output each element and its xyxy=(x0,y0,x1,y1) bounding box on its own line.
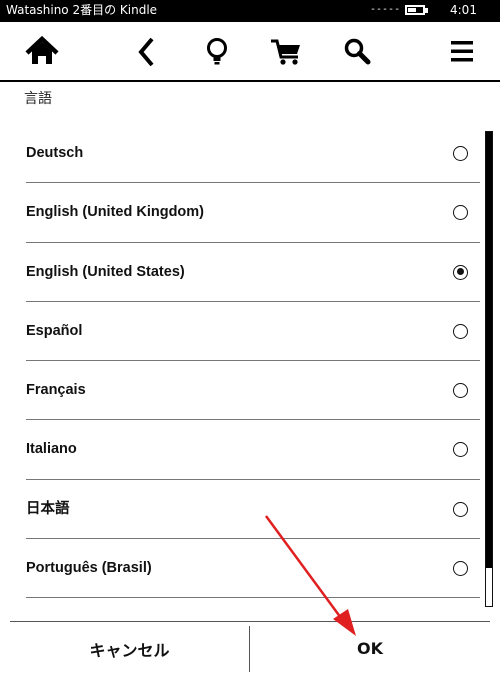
search-icon[interactable] xyxy=(332,22,382,80)
radio-button[interactable] xyxy=(453,323,468,339)
radio-button[interactable] xyxy=(453,442,468,458)
radio-selected-dot xyxy=(456,268,464,276)
toolbar-divider xyxy=(0,80,500,82)
language-label: Español xyxy=(26,322,83,339)
language-label: Français xyxy=(26,382,86,399)
radio-button[interactable] xyxy=(453,561,468,577)
status-bar: Watashino 2番目の Kindle ----- 4:01 xyxy=(0,0,500,22)
language-label: Italiano xyxy=(26,441,77,458)
battery-cap xyxy=(425,8,428,13)
language-label: Deutsch xyxy=(26,145,84,161)
row-divider xyxy=(26,597,480,599)
language-label: 日本語 xyxy=(26,500,70,517)
home-icon[interactable] xyxy=(17,22,67,80)
radio-button[interactable] xyxy=(453,383,468,399)
language-option[interactable]: English (United Kingdom) xyxy=(10,183,480,243)
cancel-button[interactable]: キャンセル xyxy=(10,622,249,675)
radio-button[interactable] xyxy=(453,501,468,517)
cart-icon[interactable] xyxy=(262,22,312,80)
ok-button[interactable]: OK xyxy=(250,622,490,675)
top-toolbar xyxy=(0,22,500,80)
section-title: 言語 xyxy=(24,91,52,107)
device-title: Watashino 2番目の Kindle xyxy=(6,3,158,17)
language-list: Deutsch English (United Kingdom) English… xyxy=(10,124,480,599)
back-icon[interactable] xyxy=(122,22,172,80)
lightbulb-icon[interactable] xyxy=(192,22,242,80)
language-option[interactable]: Português (Brasil) xyxy=(10,539,480,599)
language-option[interactable]: 日本語 xyxy=(10,480,480,540)
language-option[interactable]: Français xyxy=(10,361,480,421)
language-label: Português (Brasil) xyxy=(26,560,152,577)
clock-time: 4:01 xyxy=(450,3,477,17)
language-option[interactable]: English (United States) xyxy=(10,243,480,302)
language-option[interactable]: Deutsch xyxy=(10,124,480,184)
radio-button[interactable] xyxy=(453,205,468,221)
scrollbar-thumb[interactable] xyxy=(486,132,492,569)
radio-button[interactable] xyxy=(453,146,468,161)
signal-indicator: ----- xyxy=(370,4,401,15)
language-option[interactable]: Italiano xyxy=(10,420,480,480)
scrollbar[interactable] xyxy=(485,131,493,607)
battery-icon xyxy=(405,5,425,15)
menu-icon[interactable] xyxy=(437,22,487,80)
battery-level-fill xyxy=(408,8,416,12)
language-option[interactable]: Español xyxy=(10,302,480,362)
radio-button-selected[interactable] xyxy=(453,264,468,280)
language-label: English (United Kingdom) xyxy=(26,204,205,221)
language-label: English (United States) xyxy=(26,263,185,280)
